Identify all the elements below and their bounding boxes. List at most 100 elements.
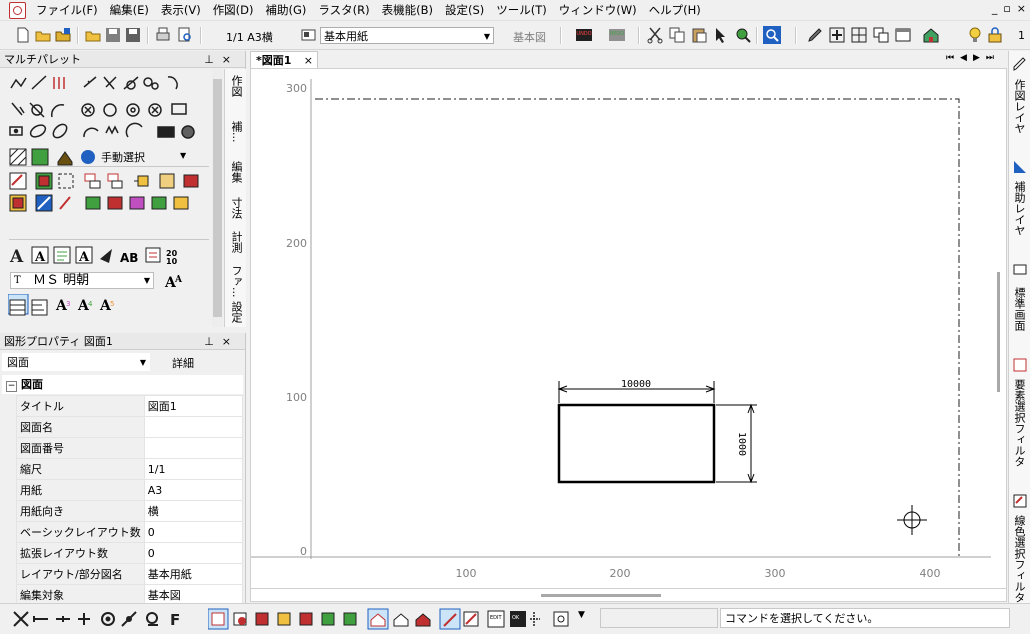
new-file-icon[interactable] xyxy=(14,26,32,44)
drawing-surface[interactable]: 300 200 100 0 100 200 300 400 10000 1000 xyxy=(251,69,1006,589)
list-tools[interactable] xyxy=(8,298,52,318)
restore-button[interactable]: ▫ xyxy=(1003,2,1010,15)
folder-icon[interactable] xyxy=(84,26,102,44)
view-label[interactable]: 基本図 xyxy=(513,29,546,45)
save-as-icon[interactable] xyxy=(124,26,142,44)
layer-window-icon[interactable] xyxy=(894,26,912,44)
search-icon[interactable] xyxy=(763,26,781,44)
menu-raster[interactable]: ラスタ(R) xyxy=(312,2,375,18)
pencil-icon[interactable] xyxy=(1012,56,1028,72)
print-preview-icon[interactable] xyxy=(176,26,194,44)
object-select[interactable]: 図面 ▼ xyxy=(2,353,150,371)
save-icon[interactable] xyxy=(104,26,122,44)
cut-icon[interactable] xyxy=(646,26,664,44)
property-value[interactable]: 0 xyxy=(143,542,244,564)
tab-draw[interactable]: 作図 xyxy=(228,75,244,97)
palette-scrollbar[interactable] xyxy=(212,69,223,327)
menu-help[interactable]: ヘルプ(H) xyxy=(643,2,707,18)
palette-controls[interactable]: ⊥× xyxy=(204,51,239,68)
property-value[interactable] xyxy=(143,437,244,459)
menu-table[interactable]: 表機能(B) xyxy=(376,2,439,18)
add-snap-icon[interactable] xyxy=(828,26,846,44)
scroll-thumb[interactable] xyxy=(541,594,661,597)
tab-color-filter[interactable]: 線色選択フィルタ xyxy=(1011,515,1027,603)
tab-edit[interactable]: 編集 xyxy=(228,161,244,183)
tab-measure[interactable]: 計測 xyxy=(228,231,244,253)
property-row[interactable]: 用紙 A3 xyxy=(16,479,244,501)
document-tab[interactable]: *図面1 × xyxy=(250,51,318,68)
tab-settings[interactable]: 設定 xyxy=(228,301,244,323)
property-value[interactable]: 基本用紙 xyxy=(143,563,244,585)
zoom-select-icon[interactable] xyxy=(734,26,752,44)
snap-tools[interactable]: F xyxy=(10,608,190,630)
screen-icon[interactable] xyxy=(1012,263,1028,279)
property-value[interactable]: 図面1 xyxy=(143,395,244,417)
layer-copy-icon[interactable] xyxy=(872,26,890,44)
house-icon[interactable] xyxy=(922,26,940,44)
menu-view[interactable]: 表示(V) xyxy=(155,2,207,18)
edit-tools-grid[interactable] xyxy=(8,171,208,237)
property-section[interactable]: − 図面 xyxy=(2,375,243,394)
scroll-thumb[interactable] xyxy=(997,272,1000,392)
property-value[interactable]: 1/1 xyxy=(143,458,244,480)
menu-assist[interactable]: 補助(G) xyxy=(260,2,313,18)
minimize-button[interactable]: _ xyxy=(992,2,998,15)
select-arrow-icon[interactable] xyxy=(712,26,730,44)
select-mode[interactable]: 手動選択 xyxy=(101,149,145,165)
chevron-down-icon[interactable]: ▼ xyxy=(578,610,585,620)
chevron-down-icon[interactable]: ▼ xyxy=(180,151,186,160)
property-value[interactable]: 横 xyxy=(143,500,244,522)
tab-element-filter[interactable]: 要素選択フィルタ xyxy=(1011,379,1027,467)
redo-icon[interactable]: REDO xyxy=(608,26,626,44)
element-filter-icon[interactable] xyxy=(1012,357,1028,373)
font-size-icon[interactable]: AA xyxy=(164,271,184,291)
property-row[interactable]: タイトル 図面1 xyxy=(16,395,244,417)
tab-file[interactable]: ファ... xyxy=(228,265,244,298)
property-row[interactable]: 縮尺 1/1 xyxy=(16,458,244,480)
menu-tools[interactable]: ツール(T) xyxy=(490,2,553,18)
detail-button[interactable]: 詳細 xyxy=(172,355,194,371)
open-recent-icon[interactable] xyxy=(54,26,72,44)
lock-icon[interactable] xyxy=(986,26,1004,44)
menu-window[interactable]: ウィンドウ(W) xyxy=(553,2,643,18)
horizontal-scrollbar[interactable] xyxy=(250,588,1007,602)
print-icon[interactable] xyxy=(154,26,172,44)
copy-icon[interactable] xyxy=(668,26,686,44)
tab-navigation[interactable]: ⏮◀▶⏭ xyxy=(946,53,1000,63)
property-value[interactable]: A3 xyxy=(143,479,244,501)
text-tools[interactable]: A A A AB 2010 xyxy=(8,245,208,267)
app-icon[interactable] xyxy=(9,2,26,19)
font-select[interactable]: T ＭＳ 明朝 ▼ xyxy=(10,272,154,289)
lightbulb-icon[interactable] xyxy=(966,26,984,44)
tab-dimension[interactable]: 寸法 xyxy=(228,197,244,219)
paper-icon[interactable] xyxy=(300,26,318,44)
property-row[interactable]: ベーシックレイアウト数 0 xyxy=(16,521,244,543)
grid-snap-icon[interactable] xyxy=(850,26,868,44)
drawing-canvas[interactable]: 300 200 100 0 100 200 300 400 10000 1000 xyxy=(250,68,1007,590)
property-row[interactable]: 図面名 xyxy=(16,416,244,438)
close-button[interactable]: × xyxy=(1017,2,1026,15)
tab-assist[interactable]: 補... xyxy=(228,121,244,143)
close-icon[interactable]: × xyxy=(304,52,313,69)
hatch-tools[interactable] xyxy=(8,147,108,169)
tab-draw-layer[interactable]: 作図レイヤ xyxy=(1011,79,1027,134)
pen-icon[interactable] xyxy=(806,26,824,44)
collapse-icon[interactable]: − xyxy=(6,381,17,392)
property-value[interactable]: 0 xyxy=(143,521,244,543)
menu-edit[interactable]: 編集(E) xyxy=(104,2,155,18)
menu-file[interactable]: ファイル(F) xyxy=(30,2,104,18)
property-row[interactable]: 図面番号 xyxy=(16,437,244,459)
paste-icon[interactable] xyxy=(690,26,708,44)
vertical-scrollbar[interactable] xyxy=(992,70,1004,586)
properties-controls[interactable]: ⊥× xyxy=(204,333,239,350)
scroll-thumb[interactable] xyxy=(213,79,222,317)
tab-assist-layer[interactable]: 補助レイヤ xyxy=(1011,181,1027,236)
paper-select[interactable]: 基本用紙 ▼ xyxy=(320,27,494,44)
layer-tools[interactable]: EDIT OK xyxy=(208,608,578,630)
open-folder-icon[interactable] xyxy=(34,26,52,44)
property-row[interactable]: 拡張レイアウト数 0 xyxy=(16,542,244,564)
menu-settings[interactable]: 設定(S) xyxy=(439,2,490,18)
color-filter-icon[interactable] xyxy=(1012,493,1028,509)
menu-draw[interactable]: 作図(D) xyxy=(207,2,260,18)
undo-icon[interactable]: UNDO xyxy=(575,26,593,44)
